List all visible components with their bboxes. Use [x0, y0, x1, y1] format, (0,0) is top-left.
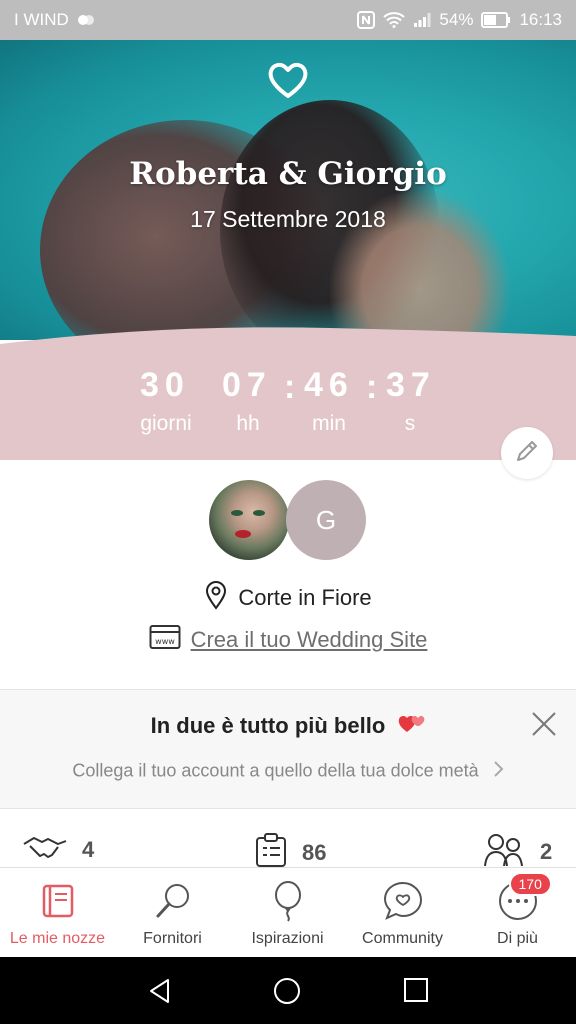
chevron-right-icon [492, 760, 504, 783]
countdown-hours-label: hh [236, 412, 260, 435]
divider [0, 808, 576, 809]
stat-tasks-value: 86 [302, 840, 327, 865]
recents-button[interactable] [403, 977, 429, 1008]
notification-badge: 170 [508, 872, 552, 896]
pencil-icon [513, 437, 541, 470]
status-bar: I WIND 54% 16:13 [0, 0, 576, 40]
more-icon: 170 [497, 872, 552, 922]
avatar[interactable] [209, 480, 289, 560]
tab-di-piu[interactable]: 170 Di più [460, 868, 575, 958]
site-link-label: Crea il tuo Wedding Site [190, 627, 428, 652]
close-button[interactable] [530, 710, 558, 738]
promo-title: In due è tutto più bello [150, 712, 386, 738]
countdown-minutes: 46 [304, 366, 354, 404]
countdown-hours: 07 [222, 366, 272, 404]
wifi-icon [383, 12, 406, 28]
tab-label: Community [362, 930, 443, 947]
nfc-icon [357, 11, 376, 29]
tab-label: Le mie nozze [9, 930, 106, 947]
recents-square-icon [403, 978, 429, 1007]
countdown-days: 30 [140, 366, 190, 404]
stats-row: 4 86 2 [0, 826, 576, 868]
back-triangle-icon [146, 979, 174, 1009]
bottom-tab-bar: Le mie nozze Fornitori Ispirazioni Commu… [0, 867, 576, 957]
stat-vendors[interactable]: 4 [22, 832, 94, 868]
tab-ispirazioni[interactable]: Ispirazioni [230, 868, 345, 958]
svg-text:www: www [155, 637, 175, 646]
clipboard-icon [254, 832, 288, 868]
guests-icon [482, 832, 526, 868]
tab-le-mie-nozze[interactable]: Le mie nozze [0, 868, 115, 958]
partner-promo-card[interactable]: In due è tutto più bello Collega il tuo … [0, 690, 576, 808]
battery-icon [481, 12, 511, 28]
partner-initial: G [315, 504, 337, 535]
countdown-minutes-label: min [312, 412, 346, 435]
heart-icon [266, 60, 310, 105]
stat-guests-value: 2 [540, 839, 553, 864]
handshake-icon [22, 832, 68, 868]
tab-label: Di più [497, 930, 538, 947]
wedding-site-link[interactable]: www Crea il tuo Wedding Site [0, 624, 576, 656]
search-icon [153, 880, 193, 922]
stat-tasks[interactable]: 86 [254, 832, 326, 868]
home-button[interactable] [273, 977, 301, 1010]
tab-community[interactable]: Community [345, 868, 460, 958]
carrier-label: I WIND [14, 10, 69, 29]
signal-icon [413, 12, 431, 28]
home-circle-icon [273, 978, 301, 1009]
tab-label: Ispirazioni [251, 930, 324, 947]
countdown-separator: : [284, 368, 296, 406]
stat-vendors-value: 4 [82, 837, 95, 862]
system-nav-bar [0, 957, 576, 1024]
countdown-days-label: giorni [140, 412, 192, 435]
stat-guests[interactable]: 2 [482, 832, 552, 868]
couple-avatars: G [0, 480, 576, 560]
couple-name: Roberta & Giorgio [129, 156, 447, 192]
browser-window-icon: www [149, 624, 181, 656]
venue[interactable]: Corte in Fiore [0, 580, 576, 616]
hearts-icon [397, 712, 425, 742]
close-icon [530, 712, 558, 742]
promo-subtitle: Collega il tuo account a quello della tu… [72, 760, 479, 781]
partner-avatar[interactable]: G [286, 480, 366, 560]
notebook-icon [40, 880, 76, 922]
tab-fornitori[interactable]: Fornitori [115, 868, 230, 958]
edit-button[interactable] [501, 427, 553, 479]
battery-percent: 54% [439, 10, 474, 29]
balloon-icon [272, 880, 304, 922]
countdown-seconds: 37 [386, 366, 436, 404]
countdown-separator: : [366, 368, 378, 406]
clock: 16:13 [519, 10, 562, 29]
assistant-icon [77, 13, 95, 27]
location-pin-icon [204, 580, 228, 616]
tab-label: Fornitori [143, 930, 202, 947]
promo-title-row: In due è tutto più bello [0, 712, 576, 742]
countdown-seconds-label: s [404, 412, 416, 435]
venue-name: Corte in Fiore [238, 585, 372, 610]
promo-subtitle-row[interactable]: Collega il tuo account a quello della tu… [0, 760, 576, 783]
countdown: 30 07 : 46 : 37 giorni hh min s [0, 322, 576, 460]
wedding-date: 17 Settembre 2018 [190, 206, 386, 232]
hero-photo[interactable]: Roberta & Giorgio 17 Settembre 2018 [0, 40, 576, 340]
chat-heart-icon [382, 880, 424, 922]
back-button[interactable] [146, 977, 174, 1010]
